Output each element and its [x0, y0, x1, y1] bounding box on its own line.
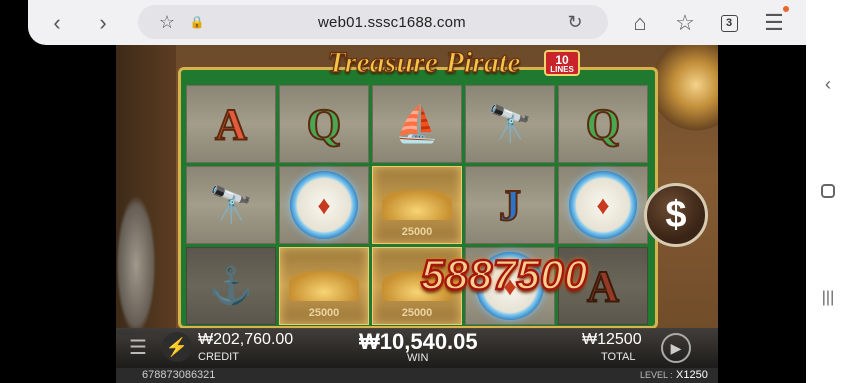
lamp-decoration [656, 45, 718, 135]
home-icon[interactable]: ⌂ [625, 8, 655, 38]
slot-game[interactable]: A Q ⛵ 🔭 Q 🔭 ♦ 25000 J ♦ ⚓ 25000 25000 ♦ … [116, 45, 718, 383]
game-title-banner: Treasure Pirate [294, 45, 554, 81]
total-bet-value: ₩12500 [582, 331, 642, 348]
symbol-pirate-ship: ⛵ [372, 85, 462, 163]
back-icon[interactable]: ‹ [42, 8, 72, 38]
symbol-gold: 25000 [372, 166, 462, 244]
screen: ‹ › ☆ 🔒 web01.sssc1688.com ↻ ⌂ ☆ 3 ☰ ‹ |… [0, 0, 850, 383]
dollar-icon: $ [665, 193, 687, 236]
menu-icon[interactable]: ☰ [759, 8, 789, 38]
spyglass-icon: 🔭 [487, 103, 533, 144]
turbo-button[interactable]: ⚡ [162, 332, 192, 362]
address-bar[interactable]: ☆ 🔒 web01.sssc1688.com ↻ [138, 5, 608, 39]
symbol-gold: 25000 [279, 247, 369, 325]
status-bar: 678873086321 LEVEL : X1250 [116, 368, 718, 383]
spin-button[interactable]: ▶ [661, 333, 691, 363]
symbol-anchor: ⚓ [186, 247, 276, 325]
system-navigation-bar: ‹ ||| [806, 0, 850, 383]
tabs-button[interactable]: 3 [714, 8, 744, 38]
symbol-letter-j: J [465, 166, 555, 244]
browser-toolbar: ‹ › ☆ 🔒 web01.sssc1688.com ↻ ⌂ ☆ 3 ☰ [28, 0, 806, 45]
bookmarks-icon[interactable]: ☆ [670, 8, 700, 38]
back-nav-icon[interactable]: ‹ [818, 74, 838, 94]
bookmark-star-icon[interactable]: ☆ [152, 7, 182, 37]
lines-badge: 10 LINES [544, 50, 580, 76]
anchor-icon: ⚓ [208, 265, 254, 306]
compass-icon: ♦ [290, 171, 358, 239]
lightning-icon: ⚡ [165, 336, 189, 357]
round-id: 678873086321 [142, 369, 216, 381]
win-label: WIN [407, 352, 429, 364]
total-bet-label: TOTAL [601, 351, 636, 363]
menu-button[interactable]: ☰ [126, 338, 150, 358]
spyglass-icon: 🔭 [208, 184, 254, 225]
win-amount-overlay: 5887500 [420, 250, 589, 299]
credit-label: CREDIT [198, 351, 239, 363]
symbol-compass: ♦ [279, 166, 369, 244]
home-nav-icon[interactable] [818, 181, 838, 201]
symbol-letter-q: Q [279, 85, 369, 163]
level-value: X1250 [676, 369, 708, 381]
credit-value: ₩202,760.00 [198, 331, 294, 348]
recents-nav-icon[interactable]: ||| [818, 288, 838, 308]
gold-pile-icon [289, 271, 359, 301]
lock-icon: 🔒 [189, 15, 205, 29]
control-panel: ☰ ⚡ ₩202,760.00 CREDIT ₩10,540.05 WIN ₩1… [116, 328, 718, 368]
game-title: Treasure Pirate [327, 45, 521, 79]
symbol-spyglass: 🔭 [465, 85, 555, 163]
pirate-ship-icon: ⛵ [394, 103, 440, 144]
play-icon: ▶ [670, 339, 682, 356]
notification-dot [783, 6, 789, 12]
ornament-decoration [116, 195, 156, 335]
level-label: LEVEL : [640, 370, 673, 380]
coin-button[interactable]: $ [644, 183, 708, 247]
gold-pile-icon [382, 190, 452, 220]
url-text[interactable]: web01.sssc1688.com [318, 14, 466, 31]
reload-icon[interactable]: ↻ [560, 7, 590, 37]
symbol-spyglass: 🔭 [186, 166, 276, 244]
forward-icon[interactable]: › [88, 8, 118, 38]
symbol-compass: ♦ [558, 166, 648, 244]
symbol-letter-q: Q [558, 85, 648, 163]
compass-icon: ♦ [569, 171, 637, 239]
symbol-letter-a: A [186, 85, 276, 163]
tab-count: 3 [720, 14, 738, 32]
